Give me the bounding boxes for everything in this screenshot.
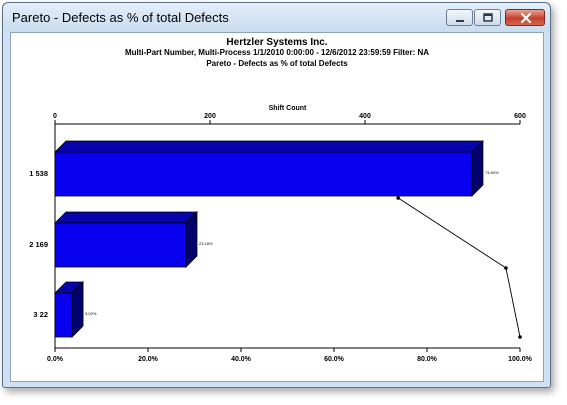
minimize-button[interactable]	[446, 9, 473, 26]
top-axis-tick-label: 600	[514, 113, 526, 120]
bar	[54, 292, 73, 338]
cumulative-line	[397, 197, 521, 338]
title-bar[interactable]: Pareto - Defects as % of total Defects	[3, 3, 550, 33]
top-axis-tick-label: 0	[53, 113, 57, 120]
chart-area: Hertzler Systems Inc. Multi-Part Number,…	[10, 32, 544, 382]
bottom-axis-tick-label: 40.0%	[231, 356, 252, 363]
bar-top-face	[54, 211, 198, 224]
maximize-button[interactable]	[474, 9, 501, 26]
window-title: Pareto - Defects as % of total Defects	[12, 10, 229, 25]
cumulative-point	[518, 335, 522, 339]
minimize-icon	[456, 20, 464, 22]
pareto-chart: Shift Count 0 200 400 600 0.0% 20.0% 40.0% 60.0%…	[29, 105, 533, 363]
bar-top-face	[54, 140, 484, 153]
bar-percent-label: 3.02%	[85, 311, 97, 316]
bar	[54, 222, 187, 268]
cumulative-point	[504, 266, 508, 270]
bar-percent-label: 73.80%	[485, 170, 499, 175]
category-label: 3 22	[33, 310, 48, 319]
top-axis-tick-label: 200	[204, 113, 216, 120]
bottom-axis-tick-label: 60.0%	[324, 356, 345, 363]
bottom-axis-tick-label: 100.0%	[508, 356, 533, 363]
bottom-axis-tick-label: 80.0%	[417, 356, 438, 363]
bottom-axis-tick-label: 20.0%	[138, 356, 159, 363]
bar	[54, 151, 473, 197]
top-axis-title: Shift Count	[269, 105, 307, 112]
top-axis-tick-label: 400	[359, 113, 371, 120]
bar-percent-label: 23.18%	[199, 241, 213, 246]
pareto-window: Pareto - Defects as % of total Defects H…	[2, 2, 551, 388]
close-button[interactable]	[505, 9, 545, 26]
maximize-icon	[483, 13, 493, 22]
category-label: 1 538	[29, 169, 48, 178]
category-label: 2 169	[29, 240, 48, 249]
bottom-axis-tick-label: 0.0%	[47, 356, 64, 363]
close-icon	[520, 12, 532, 24]
cumulative-point	[396, 196, 400, 200]
